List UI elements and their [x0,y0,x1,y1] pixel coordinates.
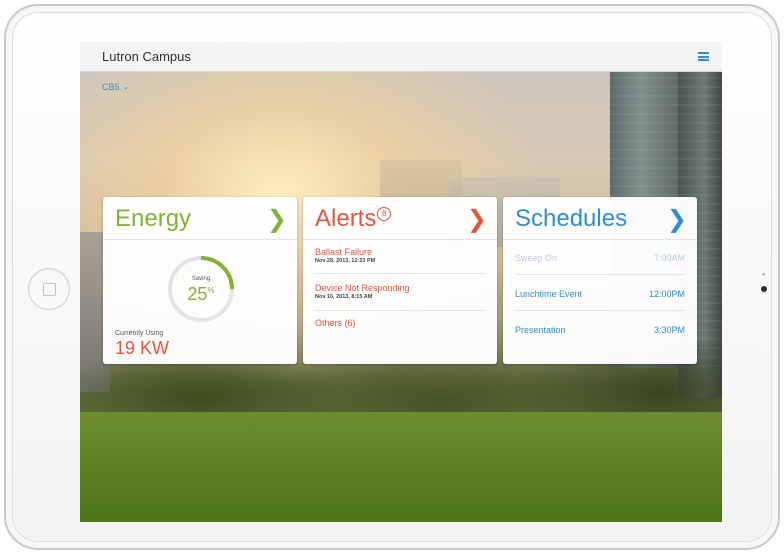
app-title: Lutron Campus [102,49,191,64]
schedule-time: 12:00PM [648,289,685,299]
schedules-title: Schedules [515,205,628,232]
schedule-time: 3:30PM [653,325,685,335]
schedule-time: 7:00AM [653,253,685,263]
alert-item[interactable]: Device Not Responding Nov 16, 2013, 8:15… [315,283,485,300]
divider [515,310,685,311]
schedules-card-header[interactable]: Schedules ❯ [503,197,697,240]
saving-value: 25% [187,284,215,304]
alerts-card-header[interactable]: Alerts 8 ❯ [303,197,497,240]
divider [515,274,685,275]
chevron-right-icon[interactable]: ❯ [667,205,687,233]
currently-using-value: 19 KW [115,338,170,358]
chevron-right-icon[interactable]: ❯ [267,205,287,233]
alerts-title: Alerts 8 [315,205,392,233]
chevron-right-icon[interactable]: ❯ [467,205,487,233]
alert-count-badge: 8 [377,207,392,221]
alert-item[interactable]: Ballast Failure Nov 28, 2013, 12:23 PM [315,247,485,264]
schedules-card[interactable]: Schedules ❯ Sweep On 7:00AM Lunchtime Ev… [503,197,697,364]
schedule-name: Lunchtime Event [515,289,583,299]
light-sensor [762,273,765,276]
saving-gauge: Saving 25% [166,254,236,324]
location-selector[interactable]: CB5 ⌄ [102,82,129,92]
divider [315,273,485,274]
alert-name: Ballast Failure [315,247,373,257]
hamburger-menu-icon[interactable] [698,52,709,61]
energy-card[interactable]: Energy ❯ Saving 25% Currently Using 19 K… [103,197,297,364]
schedule-item[interactable]: Sweep On 7:00AM [515,253,685,267]
schedule-name: Presentation [515,325,566,335]
screen: Lutron Campus CB5 ⌄ Energy ❯ Saving 25% C… [80,42,722,522]
schedule-name: Sweep On [515,253,558,263]
camera-icon [761,286,767,292]
schedule-item[interactable]: Presentation 3:30PM [515,325,685,339]
home-button-icon[interactable] [28,268,70,310]
location-label: CB5 [102,82,120,92]
alert-time: Nov 16, 2013, 8:15 AM [315,294,373,300]
alert-name: Device Not Responding [315,283,410,293]
alerts-card[interactable]: Alerts 8 ❯ Ballast Failure Nov 28, 2013, … [303,197,497,364]
chevron-down-icon: ⌄ [122,82,130,91]
energy-title: Energy [115,205,192,232]
currently-using-label: Currently Using [115,330,164,337]
divider [315,310,485,311]
alert-time: Nov 28, 2013, 12:23 PM [315,258,376,264]
saving-label: Saving [191,276,211,282]
top-bar: Lutron Campus [80,42,722,72]
energy-card-header[interactable]: Energy ❯ [103,197,297,240]
alert-others-link[interactable]: Others (6) [315,318,485,328]
schedule-item[interactable]: Lunchtime Event 12:00PM [515,289,685,303]
